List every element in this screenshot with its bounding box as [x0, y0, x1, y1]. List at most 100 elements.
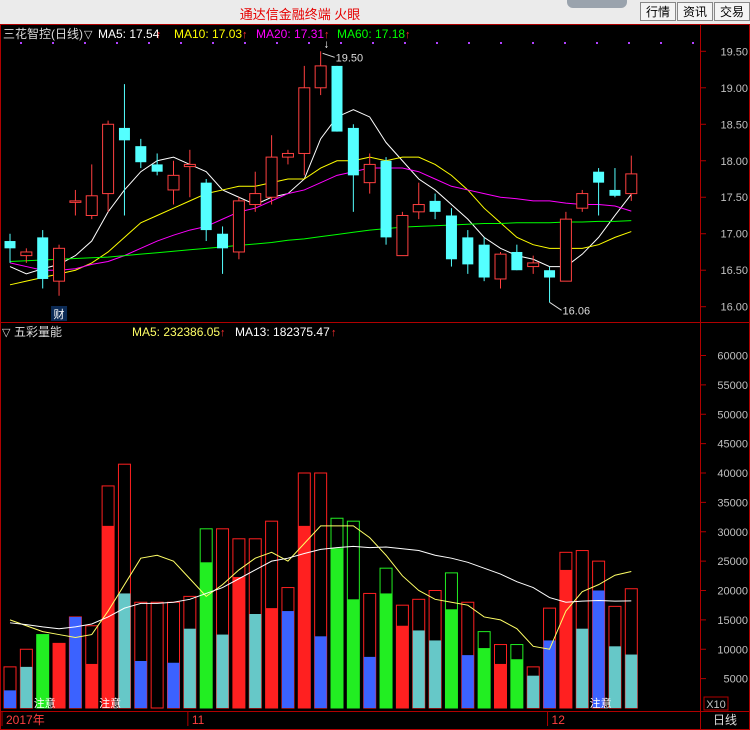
volume-bar: [68, 616, 82, 709]
grid-dot: [404, 42, 406, 44]
volume-bar-fill: [576, 628, 589, 708]
attention-marker: 注意: [34, 696, 56, 710]
volume-bar: [314, 472, 328, 709]
volume-bar: [85, 625, 99, 709]
candle-body-down: [445, 215, 457, 260]
volume-tick-label: 45000: [717, 439, 748, 451]
candle-body-up: [249, 193, 262, 206]
candle-body-down: [478, 244, 490, 278]
volume-bar-fill: [478, 648, 491, 708]
candle: [183, 149, 196, 198]
volume-bar-outline: [150, 601, 164, 709]
candle: [85, 164, 98, 220]
candle: [69, 189, 82, 216]
volume-bar-fill: [429, 640, 442, 708]
candle: [200, 179, 212, 242]
ma-indicator-0: MA5: 17.54: [98, 27, 160, 41]
up-arrow-icon: ↑: [156, 29, 162, 41]
price-tick-label: 19.00: [720, 83, 748, 95]
volume-ma-indicator-1: MA13: 182375.47: [235, 325, 330, 339]
candle-body-up: [281, 152, 294, 158]
volume-bar-fill: [331, 548, 343, 708]
market-quotes-button[interactable]: 行情: [640, 2, 676, 21]
candle-body-up: [102, 123, 115, 195]
candle-body-up: [625, 173, 638, 195]
up-arrow-icon: ↑: [405, 29, 411, 41]
candle-body-down: [151, 164, 163, 172]
volume-bar: [150, 601, 164, 709]
volume-bar-fill: [4, 690, 16, 708]
volume-bar-fill: [527, 675, 540, 708]
volume-bar: [281, 587, 295, 709]
price-ma-indicators: MA5: 17.54↑ MA10: 17.03 ↑ MA20: 17.31 ↑ MA60:…: [98, 27, 411, 41]
volume-bar-fill: [20, 666, 33, 708]
volume-ma-indicators: MA5: 232386.05 ↑ MA13: 182375.47 ↑: [132, 325, 337, 339]
price-tick-label: 18.50: [720, 119, 748, 131]
volume-bar: [117, 463, 131, 709]
x-axis-label: 12: [552, 713, 566, 727]
volume-bar-fill: [167, 662, 180, 708]
candle: [625, 155, 638, 201]
news-button[interactable]: 资讯: [677, 2, 713, 21]
grid-dot: [20, 42, 22, 44]
candle: [53, 244, 66, 296]
volume-bar-fill: [461, 655, 474, 708]
volume-bar-fill: [347, 599, 360, 708]
grid-dot: [692, 42, 694, 44]
candle-body-down: [429, 200, 441, 212]
volume-bar: [477, 631, 491, 709]
volume-bar: [428, 590, 442, 709]
price-tick-label: 16.50: [720, 265, 748, 277]
volume-bar: [232, 538, 246, 709]
candle-body-up: [298, 87, 311, 154]
price-indicator-toggle[interactable]: ▽: [84, 29, 93, 41]
candle-body-down: [511, 251, 523, 271]
stock-chart-area[interactable]: 三花智控(日线) ▽ MA5: 17.54↑ MA10: 17.03 ↑ MA20: …: [0, 24, 750, 730]
price-y-axis: 19.50 19.00 18.50 18.00 17.50 17.00 16.50 16.00: [700, 46, 748, 314]
ma-indicator-3: MA60: 17.18: [337, 27, 405, 41]
candle: [102, 120, 115, 212]
volume-bar: [248, 538, 262, 709]
volume-bar: [3, 666, 17, 709]
volume-tick-label: 35000: [717, 497, 748, 509]
volume-bar-fill: [36, 634, 49, 708]
candle: [429, 193, 441, 220]
volume-tick-label: 55000: [717, 380, 748, 392]
volume-bar-fill: [200, 562, 213, 708]
price-tick-label: 18.00: [720, 156, 748, 168]
volume-indicator-toggle[interactable]: ▽: [2, 327, 11, 339]
trade-button[interactable]: 交易: [714, 2, 750, 21]
volume-bar-fill: [592, 590, 605, 708]
candle: [37, 230, 49, 289]
finance-marker-label: 财: [54, 307, 65, 321]
volume-bar-fill: [232, 576, 245, 708]
volume-bar-fill: [396, 625, 409, 708]
volume-bar-fill: [281, 611, 294, 708]
candle-body-up: [576, 193, 589, 209]
ma-indicator-2: MA20: 17.31: [256, 27, 324, 41]
candle-body-down: [380, 160, 392, 238]
x-axis-label: 2017年: [6, 713, 45, 727]
candlesticks: [4, 51, 638, 303]
candle: [576, 189, 589, 212]
candle-body-down: [4, 241, 16, 249]
candle-body-down: [217, 233, 229, 249]
candle-body-up: [363, 163, 376, 184]
volume-tick-label: 15000: [717, 615, 748, 627]
candle: [511, 244, 523, 271]
price-dotted-gridline: [20, 42, 694, 44]
volume-bar: [265, 520, 279, 709]
volume-bar: [19, 648, 33, 709]
attention-marker: 注意: [590, 696, 612, 710]
volume-tick-label: 10000: [717, 644, 748, 656]
candle: [462, 230, 474, 274]
window-grip[interactable]: [567, 0, 627, 8]
volume-bar-fill: [69, 616, 82, 708]
attention-marker: 注意: [99, 696, 121, 710]
candle: [559, 211, 572, 282]
period-corner-label[interactable]: 日线: [713, 713, 737, 727]
high-leader-line: [322, 52, 335, 58]
grid-dot: [52, 42, 54, 44]
volume-bar: [412, 598, 426, 709]
volume-tick-label: 60000: [717, 351, 748, 363]
